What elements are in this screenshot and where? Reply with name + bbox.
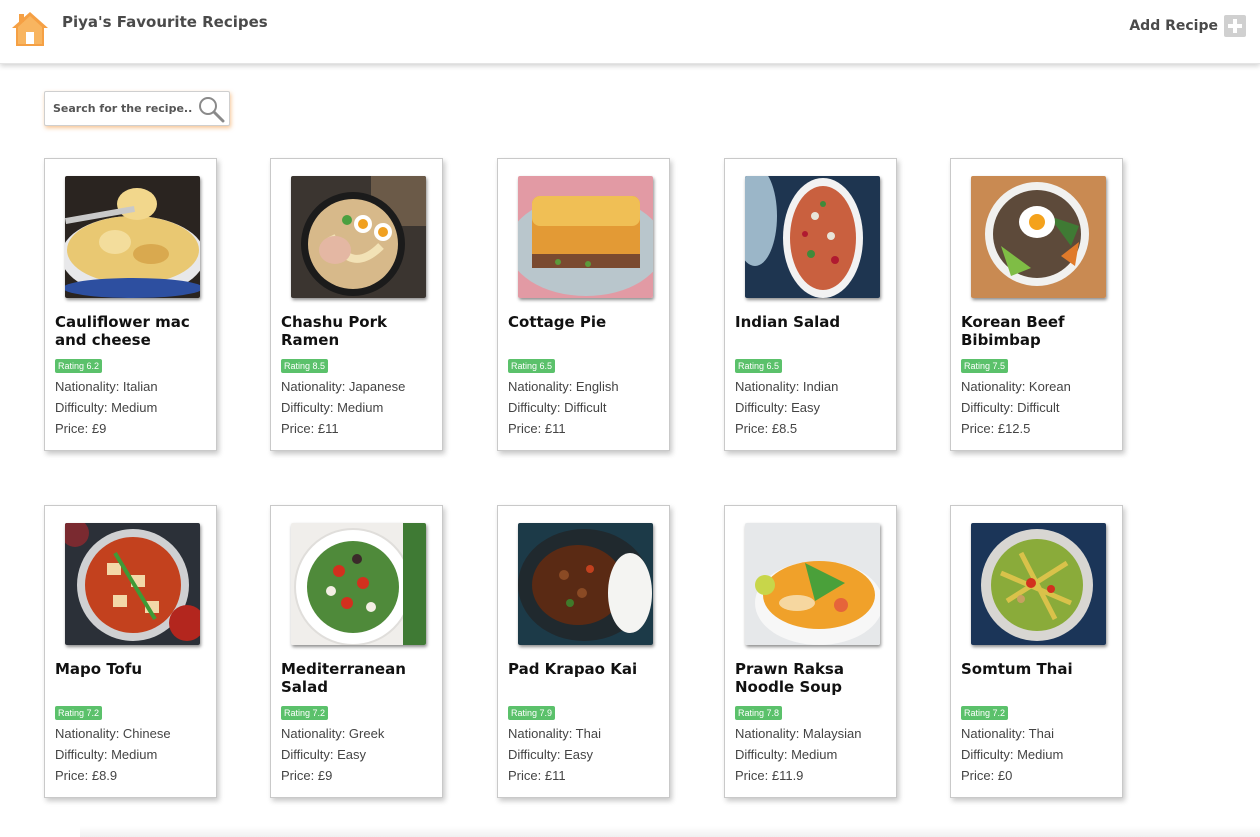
recipe-card[interactable]: Chashu Pork Ramen Rating 8.5 Nationality… [270, 158, 443, 451]
recipe-nationality: Nationality: English [508, 379, 619, 394]
rating-badge: Rating 6.5 [508, 359, 556, 373]
recipe-image[interactable] [291, 176, 426, 298]
page-bottom-shadow [80, 826, 1260, 837]
rating-badge: Rating 7.5 [961, 359, 1009, 373]
recipe-nationality: Nationality: Korean [961, 379, 1071, 394]
recipe-card[interactable]: Pad Krapao Kai Rating 7.9 Nationality: T… [497, 505, 670, 798]
recipe-title[interactable]: Mediterranean Salad [281, 660, 441, 696]
rating-badge: Rating 7.2 [55, 706, 103, 720]
recipe-price: Price: £11.9 [735, 768, 804, 783]
recipe-image[interactable] [65, 523, 200, 645]
app-header: Piya's Favourite Recipes Add Recipe [0, 0, 1260, 64]
recipe-title[interactable]: Chashu Pork Ramen [281, 313, 441, 349]
site-title: Piya's Favourite Recipes [62, 13, 268, 31]
recipe-price: Price: £11 [508, 421, 566, 436]
rating-badge: Rating 7.8 [735, 706, 783, 720]
recipe-difficulty: Difficulty: Difficult [961, 400, 1060, 415]
recipe-difficulty: Difficulty: Easy [281, 747, 367, 762]
recipe-image[interactable] [971, 176, 1106, 298]
rating-badge: Rating 6.5 [735, 359, 783, 373]
recipe-difficulty: Difficulty: Medium [281, 400, 384, 415]
recipe-image[interactable] [518, 176, 653, 298]
rating-badge: Rating 8.5 [281, 359, 329, 373]
search-input[interactable] [45, 93, 195, 124]
recipe-card[interactable]: Mapo Tofu Rating 7.2 Nationality: Chines… [44, 505, 217, 798]
recipe-card[interactable]: Prawn Raksa Noodle Soup Rating 7.8 Natio… [724, 505, 897, 798]
recipe-price: Price: £9 [281, 768, 333, 783]
recipe-image[interactable] [65, 176, 200, 298]
rating-badge: Rating 7.9 [508, 706, 556, 720]
recipe-nationality: Nationality: Japanese [281, 379, 406, 394]
rating-badge: Rating 6.2 [55, 359, 103, 373]
recipe-difficulty: Difficulty: Medium [55, 400, 158, 415]
recipe-card[interactable]: Somtum Thai Rating 7.2 Nationality: Thai… [950, 505, 1123, 798]
recipe-price: Price: £11 [508, 768, 566, 783]
search-icon[interactable] [197, 95, 225, 123]
recipe-image[interactable] [291, 523, 426, 645]
recipe-price: Price: £9 [55, 421, 107, 436]
recipe-card[interactable]: Cauliflower mac and cheese Rating 6.2 Na… [44, 158, 217, 451]
recipe-price: Price: £8.9 [55, 768, 118, 783]
recipe-image[interactable] [971, 523, 1106, 645]
recipe-price: Price: £12.5 [961, 421, 1031, 436]
recipe-title[interactable]: Somtum Thai [961, 660, 1121, 678]
recipe-title[interactable]: Prawn Raksa Noodle Soup [735, 660, 895, 696]
recipe-nationality: Nationality: Malaysian [735, 726, 862, 741]
rating-badge: Rating 7.2 [281, 706, 329, 720]
recipe-card[interactable]: Korean Beef Bibimbap Rating 7.5 National… [950, 158, 1123, 451]
recipe-difficulty: Difficulty: Difficult [508, 400, 607, 415]
recipe-difficulty: Difficulty: Medium [961, 747, 1064, 762]
recipe-nationality: Nationality: Thai [508, 726, 601, 741]
recipe-nationality: Nationality: Indian [735, 379, 839, 394]
recipe-title[interactable]: Cottage Pie [508, 313, 668, 331]
recipe-image[interactable] [518, 523, 653, 645]
recipe-card[interactable]: Cottage Pie Rating 6.5 Nationality: Engl… [497, 158, 670, 451]
rating-badge: Rating 7.2 [961, 706, 1009, 720]
recipe-nationality: Nationality: Greek [281, 726, 385, 741]
recipe-title[interactable]: Korean Beef Bibimbap [961, 313, 1121, 349]
recipe-price: Price: £11 [281, 421, 339, 436]
plus-icon [1224, 15, 1246, 37]
recipe-difficulty: Difficulty: Medium [55, 747, 158, 762]
recipe-price: Price: £0 [961, 768, 1013, 783]
recipe-card[interactable]: Mediterranean Salad Rating 7.2 Nationali… [270, 505, 443, 798]
recipe-title[interactable]: Pad Krapao Kai [508, 660, 668, 678]
add-recipe-button[interactable]: Add Recipe [1129, 14, 1246, 38]
recipe-difficulty: Difficulty: Easy [508, 747, 594, 762]
recipe-title[interactable]: Mapo Tofu [55, 660, 215, 678]
search-box [44, 91, 230, 126]
recipe-nationality: Nationality: Italian [55, 379, 158, 394]
recipe-image[interactable] [745, 523, 880, 645]
recipe-title[interactable]: Cauliflower mac and cheese [55, 313, 215, 349]
recipe-image[interactable] [745, 176, 880, 298]
add-recipe-label: Add Recipe [1129, 18, 1218, 34]
recipe-difficulty: Difficulty: Easy [735, 400, 821, 415]
recipe-nationality: Nationality: Chinese [55, 726, 171, 741]
recipe-nationality: Nationality: Thai [961, 726, 1054, 741]
recipe-card[interactable]: Indian Salad Rating 6.5 Nationality: Ind… [724, 158, 897, 451]
recipe-title[interactable]: Indian Salad [735, 313, 895, 331]
recipe-price: Price: £8.5 [735, 421, 798, 436]
recipe-difficulty: Difficulty: Medium [735, 747, 838, 762]
home-icon[interactable] [10, 10, 50, 48]
